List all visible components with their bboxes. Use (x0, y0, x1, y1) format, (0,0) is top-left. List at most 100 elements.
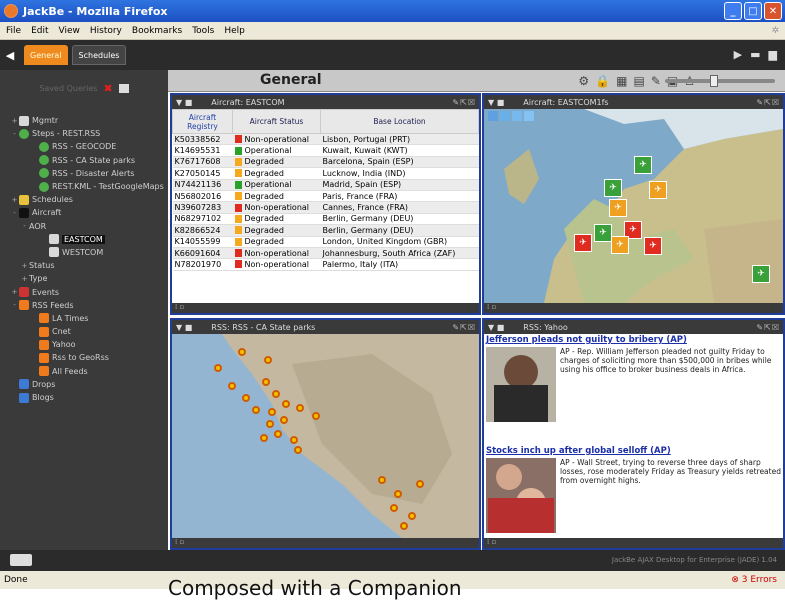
park-marker[interactable] (296, 404, 304, 412)
aircraft-marker[interactable]: ✈ (604, 179, 622, 197)
menu-file[interactable]: File (6, 26, 21, 36)
error-count[interactable]: ⊗ 3 Errors (731, 575, 777, 585)
table-icon[interactable]: ▦ (616, 74, 627, 88)
col-base[interactable]: Base Location (320, 109, 479, 134)
tree-item[interactable]: EASTCOM (0, 233, 168, 246)
table-row[interactable]: N56802016 Degraded Paris, France (FRA) (172, 190, 479, 203)
panel-menu-icon[interactable]: ▼ ■ (176, 323, 192, 332)
park-marker[interactable] (290, 436, 298, 444)
panel-menu-icon[interactable]: ▼ ■ (176, 98, 192, 107)
park-marker[interactable] (228, 382, 236, 390)
california-map[interactable] (172, 334, 479, 538)
menu-help[interactable]: Help (224, 26, 245, 36)
aircraft-marker[interactable]: ✈ (609, 199, 627, 217)
back-arrow-icon[interactable]: ◀ (0, 49, 20, 62)
tree-item[interactable]: All Feeds (0, 365, 168, 378)
menu-edit[interactable]: Edit (31, 26, 48, 36)
park-marker[interactable] (282, 400, 290, 408)
delete-icon[interactable]: ✖ (103, 82, 112, 95)
lock-icon[interactable]: 🔒 (595, 74, 610, 88)
park-marker[interactable] (390, 504, 398, 512)
park-marker[interactable] (394, 490, 402, 498)
expand-toggle-icon[interactable]: - (20, 222, 29, 230)
tree-item[interactable]: - Steps - REST.RSS (0, 127, 168, 140)
park-marker[interactable] (268, 408, 276, 416)
pan-icon[interactable] (488, 111, 498, 121)
park-marker[interactable] (238, 348, 246, 356)
tree-item[interactable]: RSS - GEOCODE (0, 140, 168, 153)
tab-general[interactable]: General (24, 45, 68, 65)
expand-toggle-icon[interactable]: + (10, 117, 19, 125)
chart-icon[interactable]: ▤ (633, 74, 644, 88)
table-row[interactable]: N74421136 Operational Madrid, Spain (ESP) (172, 179, 479, 191)
expand-toggle-icon[interactable]: + (20, 275, 29, 283)
panel-controls[interactable]: ✎⇱☒ (756, 98, 783, 107)
tree-item[interactable]: RSS - CA State parks (0, 154, 168, 167)
tree-item[interactable]: Blogs (0, 391, 168, 404)
tree-item[interactable]: LA Times (0, 312, 168, 325)
minimize-panel-icon[interactable]: ▬ (750, 48, 760, 61)
zoom-icon[interactable] (500, 111, 510, 121)
park-marker[interactable] (280, 416, 288, 424)
tab-schedules[interactable]: Schedules (71, 45, 127, 65)
table-row[interactable]: K66091604 Non-operational Johannesburg, So… (172, 247, 479, 260)
park-marker[interactable] (408, 512, 416, 520)
tree-item[interactable]: + Events (0, 285, 168, 298)
tree-item[interactable]: WESTCOM (0, 246, 168, 259)
tree-item[interactable]: - RSS Feeds (0, 299, 168, 312)
menu-bookmarks[interactable]: Bookmarks (132, 26, 182, 36)
table-row[interactable]: K50338562 Non-operational Lisbon, Portugal… (172, 133, 479, 146)
panel-controls[interactable]: ✎⇱☒ (452, 323, 479, 332)
close-button[interactable]: ✕ (764, 2, 782, 20)
park-marker[interactable] (312, 412, 320, 420)
park-marker[interactable] (416, 480, 424, 488)
tree-item[interactable]: Drops (0, 378, 168, 391)
expand-toggle-icon[interactable]: + (20, 262, 29, 270)
save-icon[interactable] (118, 83, 129, 93)
park-marker[interactable] (274, 430, 282, 438)
park-marker[interactable] (260, 434, 268, 442)
play-icon[interactable]: ▶ (734, 48, 742, 61)
map-tool-icons[interactable] (488, 111, 534, 121)
globe-icon[interactable] (524, 111, 534, 121)
park-marker[interactable] (266, 420, 274, 428)
layout-icon[interactable]: ▆ (769, 48, 777, 61)
aircraft-marker[interactable]: ✈ (574, 234, 592, 252)
park-marker[interactable] (264, 356, 272, 364)
tree-item[interactable]: Rss to GeoRss (0, 351, 168, 364)
park-marker[interactable] (400, 522, 408, 530)
panel-menu-icon[interactable]: ▼ ■ (488, 98, 504, 107)
table-row[interactable]: K82866524 Degraded Berlin, Germany (DEU) (172, 224, 479, 237)
table-row[interactable]: K14695531 Operational Kuwait, Kuwait (KWT) (172, 144, 479, 157)
tree-item[interactable]: - AOR (0, 220, 168, 233)
minimize-button[interactable]: _ (724, 2, 742, 20)
tree-item[interactable]: + Mgmtr (0, 114, 168, 127)
expand-toggle-icon[interactable]: + (10, 288, 19, 296)
park-marker[interactable] (378, 476, 386, 484)
maximize-button[interactable]: □ (744, 2, 762, 20)
table-row[interactable]: K14055599 Degraded London, United Kingdom … (172, 236, 479, 248)
menu-view[interactable]: View (59, 26, 80, 36)
park-marker[interactable] (252, 406, 260, 414)
park-marker[interactable] (272, 390, 280, 398)
expand-toggle-icon[interactable]: - (10, 209, 19, 217)
panel-menu-icon[interactable]: ▼ ■ (488, 323, 504, 332)
menu-tools[interactable]: Tools (192, 26, 214, 36)
news-headline[interactable]: Stocks inch up after global selloff (AP) (484, 445, 783, 457)
panel-controls[interactable]: ✎⇱☒ (756, 323, 783, 332)
tree-item[interactable]: Cnet (0, 325, 168, 338)
aircraft-marker[interactable]: ✈ (611, 236, 629, 254)
refresh-icon[interactable]: ⚙ (578, 74, 589, 88)
news-headline[interactable]: Jefferson pleads not guilty to bribery (… (484, 334, 783, 346)
aircraft-marker[interactable]: ✈ (649, 181, 667, 199)
expand-toggle-icon[interactable]: + (10, 196, 19, 204)
taskbar-button[interactable] (10, 554, 32, 566)
aircraft-marker[interactable]: ✈ (634, 156, 652, 174)
europe-map[interactable]: ✈ ✈ ✈ ✈ ✈ ✈ ✈ ✈ ✈ ✈ (484, 109, 783, 303)
zoom-slider[interactable] (665, 75, 775, 87)
park-marker[interactable] (242, 394, 250, 402)
table-row[interactable]: K27050145 Degraded Lucknow, India (IND) (172, 167, 479, 180)
expand-toggle-icon[interactable]: - (10, 301, 19, 309)
aircraft-marker[interactable]: ✈ (644, 237, 662, 255)
aircraft-marker[interactable]: ✈ (752, 265, 770, 283)
